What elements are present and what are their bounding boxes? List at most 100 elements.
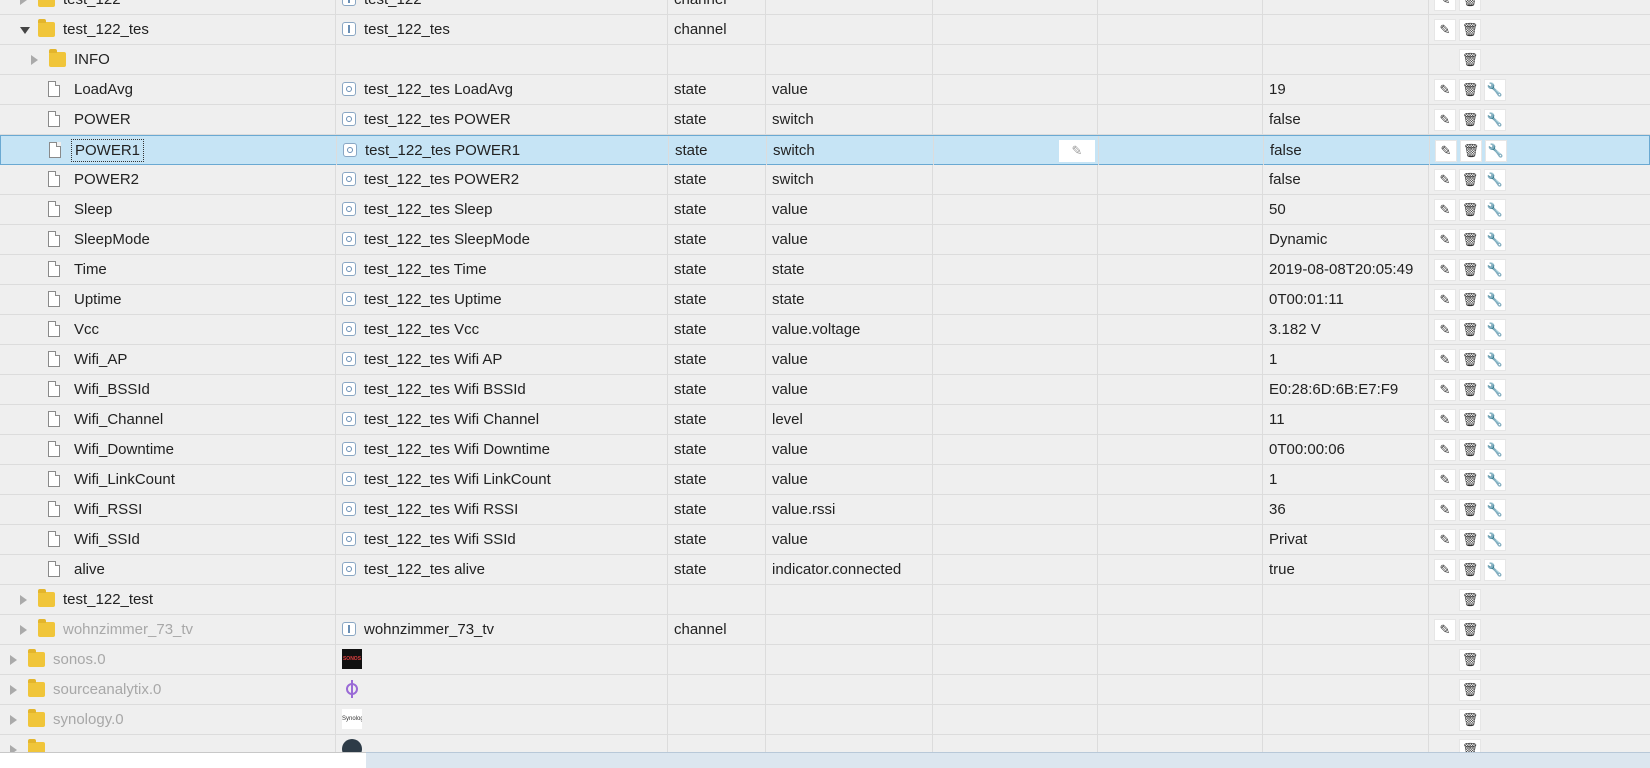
expand-arrow-icon[interactable] [20, 0, 27, 5]
edit-button[interactable]: ✎ [1435, 140, 1457, 162]
value-cell[interactable] [1262, 705, 1428, 734]
object-id[interactable]: synology.0 [53, 705, 124, 734]
object-id[interactable]: Sleep [74, 195, 112, 224]
function-cell[interactable] [1097, 555, 1262, 584]
expand-arrow-icon[interactable] [10, 685, 17, 695]
delete-button[interactable]: 🗑 [1459, 379, 1481, 401]
delete-button[interactable]: 🗑 [1459, 349, 1481, 371]
room-cell[interactable] [932, 345, 1097, 374]
table-row[interactable]: Time test_122_tes Time state state 2019-08-0… [0, 255, 1650, 285]
delete-button[interactable]: 🗑 [1459, 0, 1481, 11]
custom-settings-button[interactable]: 🔧 [1484, 199, 1506, 221]
edit-button[interactable]: ✎ [1434, 289, 1456, 311]
room-cell[interactable] [932, 285, 1097, 314]
function-cell[interactable] [1097, 0, 1262, 14]
value-cell[interactable]: Dynamic [1262, 225, 1428, 254]
value-cell[interactable]: 1 [1262, 345, 1428, 374]
custom-settings-button[interactable]: 🔧 [1484, 79, 1506, 101]
object-id[interactable]: Wifi_Channel [74, 405, 163, 434]
value-cell[interactable] [1262, 0, 1428, 14]
inline-edit-pencil-icon[interactable]: ✎ [1059, 140, 1095, 162]
object-id[interactable]: Vcc [74, 315, 99, 344]
table-row[interactable]: test_122_tes test_122_tes channel ✎ 🗑 [0, 15, 1650, 45]
edit-button[interactable]: ✎ [1434, 199, 1456, 221]
room-cell[interactable] [932, 675, 1097, 704]
value-cell[interactable]: false [1262, 165, 1428, 194]
table-row[interactable]: INFO 🗑 [0, 45, 1650, 75]
table-row[interactable]: Vcc test_122_tes Vcc state value.voltage 3.1… [0, 315, 1650, 345]
table-row[interactable]: Wifi_AP test_122_tes Wifi AP state value 1 ✎ 🗑… [0, 345, 1650, 375]
value-cell[interactable] [1262, 585, 1428, 614]
room-cell[interactable] [932, 15, 1097, 44]
object-id[interactable]: Wifi_SSId [74, 525, 140, 554]
function-cell[interactable] [1097, 735, 1262, 752]
expand-arrow-icon[interactable] [10, 655, 17, 665]
function-cell[interactable] [1097, 645, 1262, 674]
delete-button[interactable]: 🗑 [1459, 169, 1481, 191]
function-cell[interactable] [1097, 465, 1262, 494]
delete-button[interactable]: 🗑 [1459, 409, 1481, 431]
delete-button[interactable]: 🗑 [1459, 619, 1481, 641]
function-cell[interactable] [1097, 315, 1262, 344]
object-id[interactable]: alive [74, 555, 105, 584]
value-cell[interactable]: E0:28:6D:6B:E7:F9 [1262, 375, 1428, 404]
table-row[interactable]: wohnzimmer_73_tv wohnzimmer_73_tv channel ✎… [0, 615, 1650, 645]
edit-button[interactable]: ✎ [1434, 349, 1456, 371]
delete-button[interactable]: 🗑 [1459, 559, 1481, 581]
table-row[interactable]: Wifi_RSSI test_122_tes Wifi RSSI state valu… [0, 495, 1650, 525]
function-cell[interactable] [1097, 585, 1262, 614]
table-row[interactable]: Wifi_Downtime test_122_tes Wifi Downtime s… [0, 435, 1650, 465]
delete-button[interactable]: 🗑 [1460, 140, 1482, 162]
room-cell[interactable] [932, 585, 1097, 614]
room-cell[interactable] [932, 375, 1097, 404]
table-row[interactable]: SleepMode test_122_tes SleepMode state valu… [0, 225, 1650, 255]
function-cell[interactable] [1097, 525, 1262, 554]
table-row[interactable]: Wifi_LinkCount test_122_tes Wifi LinkCoun… [0, 465, 1650, 495]
value-cell[interactable]: 36 [1262, 495, 1428, 524]
delete-button[interactable]: 🗑 [1459, 259, 1481, 281]
value-cell[interactable]: false [1262, 105, 1428, 134]
table-row[interactable]: Wifi_Channel test_122_tes Wifi Channel sta… [0, 405, 1650, 435]
table-row[interactable]: test_122_test 🗑 [0, 585, 1650, 615]
function-cell[interactable] [1097, 705, 1262, 734]
value-cell[interactable] [1262, 675, 1428, 704]
object-id[interactable]: Wifi_LinkCount [74, 465, 175, 494]
value-cell[interactable]: 3.182 V [1262, 315, 1428, 344]
object-id[interactable]: Wifi_BSSId [74, 375, 150, 404]
object-id[interactable]: Wifi_Downtime [74, 435, 174, 464]
object-id[interactable]: sonos.0 [53, 645, 106, 674]
custom-settings-button[interactable]: 🔧 [1484, 469, 1506, 491]
function-cell[interactable] [1097, 675, 1262, 704]
custom-settings-button[interactable]: 🔧 [1484, 259, 1506, 281]
object-id[interactable]: POWER2 [74, 165, 139, 194]
table-row[interactable]: Wifi_BSSId test_122_tes Wifi BSSId state va… [0, 375, 1650, 405]
room-cell[interactable] [932, 315, 1097, 344]
room-cell[interactable] [932, 705, 1097, 734]
edit-button[interactable]: ✎ [1434, 259, 1456, 281]
value-cell[interactable] [1262, 15, 1428, 44]
custom-settings-button[interactable]: 🔧 [1484, 499, 1506, 521]
room-cell[interactable] [932, 525, 1097, 554]
table-row[interactable]: Uptime test_122_tes Uptime state state 0T00:… [0, 285, 1650, 315]
room-cell[interactable] [932, 0, 1097, 14]
delete-button[interactable]: 🗑 [1459, 709, 1481, 731]
room-cell[interactable] [932, 165, 1097, 194]
delete-button[interactable]: 🗑 [1459, 199, 1481, 221]
table-row[interactable]: Wifi_SSId test_122_tes Wifi SSId state valu… [0, 525, 1650, 555]
value-cell[interactable] [1262, 615, 1428, 644]
edit-button[interactable]: ✎ [1434, 469, 1456, 491]
delete-button[interactable]: 🗑 [1459, 739, 1481, 752]
room-cell[interactable] [932, 195, 1097, 224]
value-cell[interactable]: 2019-08-08T20:05:49 [1262, 255, 1428, 284]
custom-settings-button[interactable]: 🔧 [1484, 409, 1506, 431]
room-cell[interactable] [932, 255, 1097, 284]
edit-button[interactable]: ✎ [1434, 439, 1456, 461]
edit-button[interactable]: ✎ [1434, 559, 1456, 581]
table-row[interactable]: POWER2 test_122_tes POWER2 state switch fals… [0, 165, 1650, 195]
function-cell[interactable] [1097, 375, 1262, 404]
edit-button[interactable]: ✎ [1434, 229, 1456, 251]
value-cell[interactable]: 11 [1262, 405, 1428, 434]
object-id[interactable]: test_122_test [63, 585, 153, 614]
object-id[interactable]: wohnzimmer_73_tv [63, 615, 193, 644]
table-row[interactable]: POWER test_122_tes POWER state switch false ✎… [0, 105, 1650, 135]
